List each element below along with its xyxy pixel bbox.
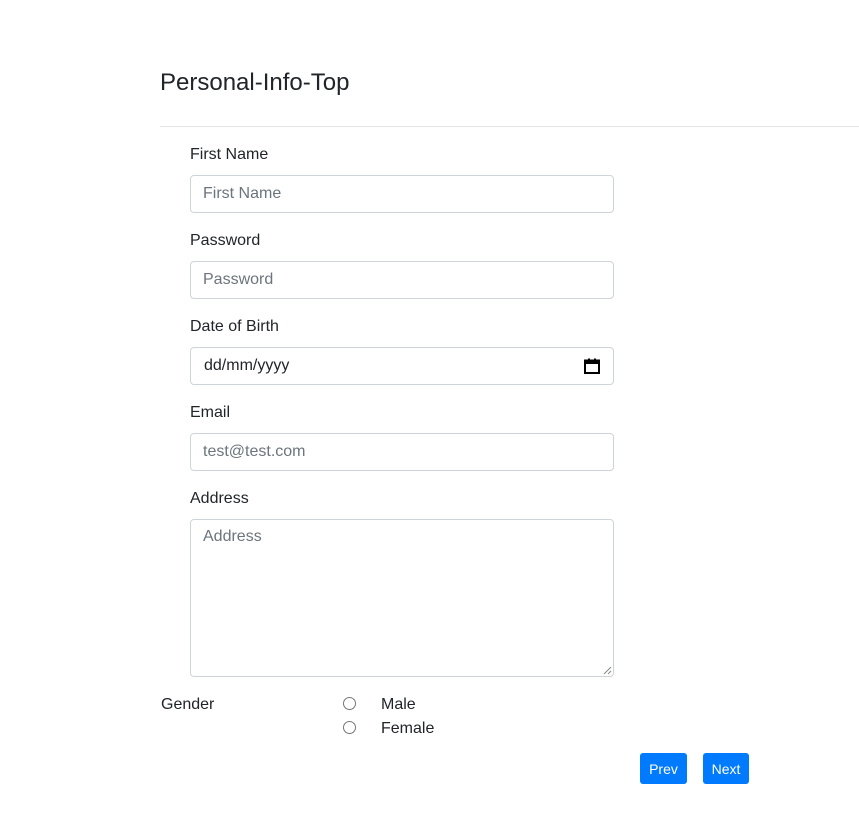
gender-male-label[interactable]: Male [381, 695, 416, 715]
dob-label: Date of Birth [190, 318, 279, 335]
page-title: Personal-Info-Top [160, 69, 350, 96]
gender-female-label[interactable]: Female [381, 719, 434, 739]
gender-label: Gender [161, 696, 215, 713]
address-textarea[interactable] [190, 519, 614, 677]
gender-male-radio[interactable] [343, 697, 356, 710]
dob-display: dd/mm/yyyy [204, 357, 290, 374]
prev-button[interactable]: Prev [640, 753, 687, 784]
password-label: Password [190, 232, 261, 249]
divider [160, 126, 859, 127]
email-input[interactable] [190, 433, 614, 471]
email-label: Email [190, 404, 231, 421]
first-name-input[interactable] [190, 175, 614, 213]
dob-input[interactable]: dd/mm/yyyy [190, 347, 614, 385]
password-input[interactable] [190, 261, 614, 299]
gender-female-radio[interactable] [343, 721, 356, 734]
first-name-label: First Name [190, 146, 269, 163]
address-label: Address [190, 490, 249, 507]
next-button[interactable]: Next [703, 753, 749, 784]
resize-grip-icon[interactable] [603, 666, 612, 675]
calendar-icon[interactable] [584, 358, 600, 374]
